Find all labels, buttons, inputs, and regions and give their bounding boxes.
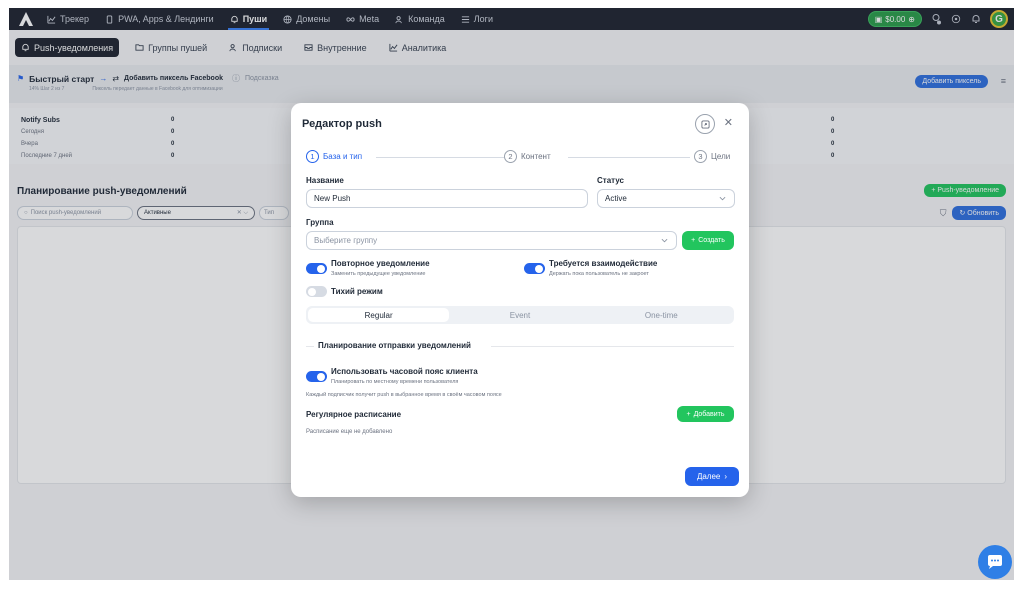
add-schedule-button[interactable]: + Добавить — [677, 406, 734, 422]
next-label: Далее — [696, 472, 721, 481]
timezone-subtitle: Планировать по местному времени пользова… — [331, 379, 459, 385]
status-select[interactable]: Active — [597, 189, 735, 208]
step-number: 2 — [504, 150, 517, 163]
create-label: Создать — [698, 237, 725, 244]
next-button[interactable]: Далее › — [685, 467, 739, 486]
step-label: Цели — [711, 152, 731, 161]
silent-mode-title: Тихий режим — [331, 287, 383, 296]
client-timezone-toggle[interactable] — [306, 371, 327, 382]
silent-mode-toggle[interactable] — [306, 286, 327, 297]
interaction-toggle[interactable] — [524, 263, 545, 274]
divider — [306, 346, 314, 347]
name-value: New Push — [314, 194, 351, 203]
status-value: Active — [605, 194, 627, 203]
repeat-subtitle: Заменить предыдущее уведомление — [331, 271, 426, 277]
close-icon[interactable]: ✕ — [724, 116, 733, 129]
step-connector — [568, 157, 690, 158]
chat-icon — [988, 555, 1002, 569]
add-label: Добавить — [693, 410, 725, 418]
modal-title: Редактор push — [302, 118, 382, 130]
empty-schedule-text: Расписание еще не добавлено — [306, 429, 393, 435]
chevron-down-icon — [661, 238, 668, 243]
plus-icon: + — [691, 237, 696, 244]
step-base-type[interactable]: 1 База и тип — [306, 150, 363, 163]
step-label: Контент — [521, 152, 551, 161]
name-label: Название — [306, 176, 344, 185]
regular-schedule-label: Регулярное расписание — [306, 410, 402, 419]
group-placeholder: Выберите группу — [314, 236, 378, 245]
plus-icon: + — [686, 410, 691, 418]
repeat-toggle[interactable] — [306, 263, 327, 274]
step-number: 3 — [694, 150, 707, 163]
segment-one-time[interactable]: One-time — [591, 308, 732, 322]
group-select[interactable]: Выберите группу — [306, 231, 677, 250]
step-connector — [376, 157, 504, 158]
step-number: 1 — [306, 150, 319, 163]
step-label: База и тип — [323, 152, 363, 161]
chevron-down-icon — [719, 196, 726, 201]
segment-regular[interactable]: Regular — [308, 308, 450, 322]
interaction-title: Требуется взаимодействие — [549, 259, 658, 268]
push-editor-modal: Редактор push ✕ 1 База и тип 2 Контент 3… — [291, 103, 749, 497]
app-window: Трекер PWA, Apps & Лендинги Пуши Домены … — [9, 8, 1014, 580]
name-field[interactable]: New Push — [306, 189, 588, 208]
step-goals[interactable]: 3 Цели — [694, 150, 731, 163]
interaction-subtitle: Держать пока пользователь не закроет — [549, 271, 649, 277]
create-group-button[interactable]: + Создать — [682, 231, 734, 250]
step-content[interactable]: 2 Контент — [504, 150, 551, 163]
chat-support-button[interactable] — [978, 545, 1012, 579]
divider — [491, 346, 734, 347]
group-label: Группа — [306, 218, 334, 227]
expand-icon[interactable] — [695, 114, 715, 134]
chevron-right-icon: › — [724, 472, 728, 481]
stepper: 1 База и тип 2 Контент 3 Цели — [306, 150, 736, 164]
repeat-title: Повторное уведомление — [331, 259, 430, 268]
timezone-title: Использовать часовой пояс клиента — [331, 367, 478, 376]
segment-event[interactable]: Event — [449, 308, 590, 322]
schedule-section-title: Планирование отправки уведомлений — [318, 341, 471, 350]
timezone-note: Каждый подписчик получит push в выбранно… — [306, 392, 502, 398]
push-type-segmented-control: Regular Event One-time — [306, 306, 734, 324]
status-label: Статус — [597, 176, 624, 185]
